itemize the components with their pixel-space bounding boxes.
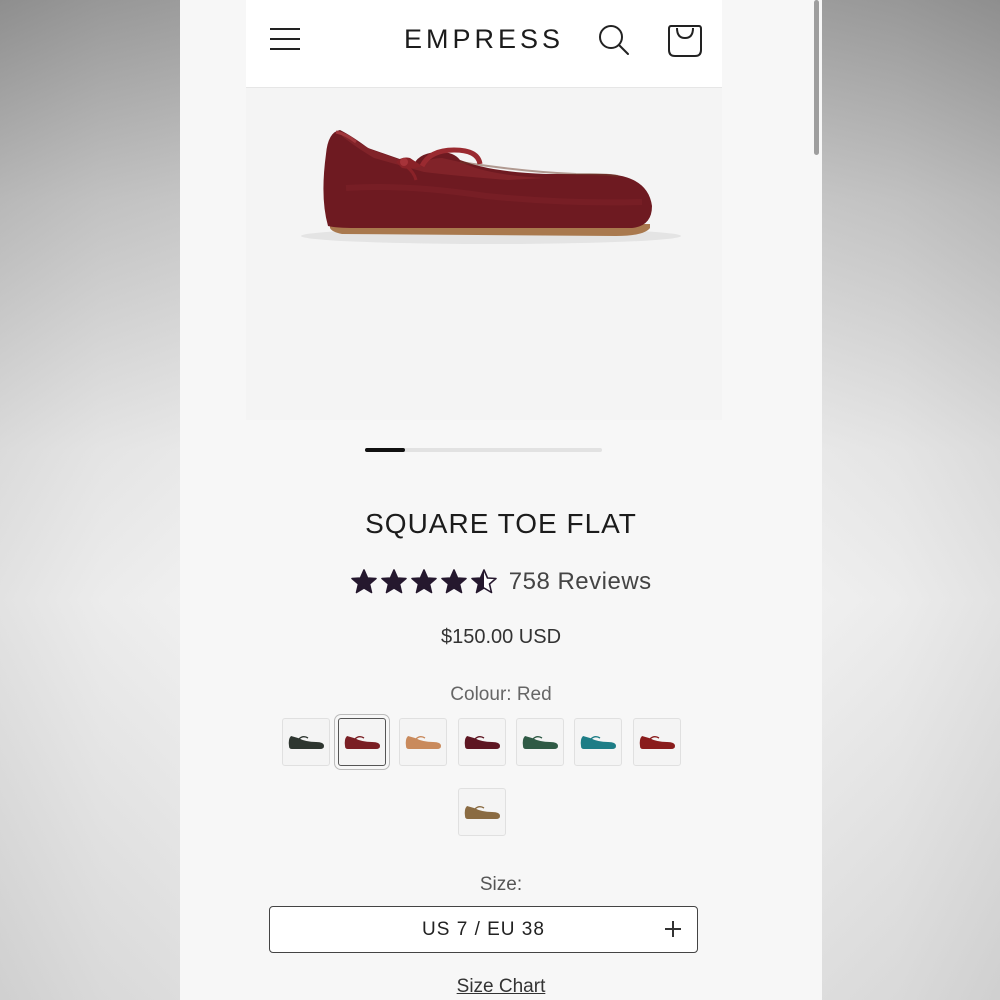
shoe-thumbnail-icon bbox=[639, 736, 675, 749]
colour-swatch-burgundy-patent[interactable] bbox=[458, 718, 506, 766]
product-title: SQUARE TOE FLAT bbox=[365, 508, 637, 539]
shoe-thumbnail-icon bbox=[464, 736, 500, 749]
size-selector[interactable]: US 7 / EU 38 bbox=[269, 906, 698, 953]
search-icon[interactable] bbox=[596, 22, 632, 58]
shoe-thumbnail-icon bbox=[464, 806, 500, 819]
product-image-gallery[interactable] bbox=[246, 88, 722, 420]
colour-label: Colour: Red bbox=[450, 684, 552, 705]
shoe-thumbnail-icon bbox=[522, 736, 558, 749]
colour-swatch-red-selected[interactable] bbox=[338, 718, 386, 766]
star-icon bbox=[441, 569, 468, 594]
shopping-bag-icon[interactable] bbox=[666, 20, 704, 60]
shoe-thumbnail-icon bbox=[580, 736, 616, 749]
rating-stars bbox=[350, 568, 498, 596]
colour-swatch-tan[interactable] bbox=[399, 718, 447, 766]
star-icon bbox=[471, 569, 498, 594]
background-left bbox=[0, 0, 180, 1000]
star-icon bbox=[411, 569, 438, 594]
size-chart-link[interactable]: Size Chart bbox=[457, 976, 546, 997]
size-chart: Size Chart bbox=[180, 976, 822, 998]
plus-icon bbox=[663, 919, 683, 939]
product-price: $150.00 USD bbox=[440, 626, 562, 648]
star-icon bbox=[351, 569, 378, 594]
colour-swatch-green[interactable] bbox=[516, 718, 564, 766]
background-right bbox=[822, 0, 1000, 1000]
gallery-progress-indicator bbox=[365, 448, 406, 452]
colour-swatch-red-patent[interactable] bbox=[633, 718, 681, 766]
colour-swatch-teal[interactable] bbox=[574, 718, 622, 766]
product-rating[interactable]: 758 Reviews bbox=[180, 568, 822, 596]
gallery-progress-track bbox=[365, 448, 602, 452]
shoe-thumbnail-icon bbox=[288, 736, 324, 749]
star-icon bbox=[381, 569, 408, 594]
shoe-thumbnail-icon bbox=[405, 736, 441, 749]
mobile-page: EMPRESS SQUARE TOE FLAT 758 Reviews $150… bbox=[180, 0, 822, 1000]
shoe-thumbnail-icon bbox=[344, 736, 380, 749]
reviews-link[interactable]: 758 Reviews bbox=[509, 568, 652, 596]
size-label: Size: bbox=[479, 874, 523, 895]
product-image bbox=[301, 130, 681, 244]
colour-swatch-leopard[interactable] bbox=[458, 788, 506, 836]
brand-logo[interactable]: EMPRESS bbox=[246, 24, 722, 55]
size-selected-value: US 7 / EU 38 bbox=[422, 919, 545, 940]
colour-swatch-black[interactable] bbox=[282, 718, 330, 766]
page-scrollbar[interactable] bbox=[814, 0, 819, 155]
site-header: EMPRESS bbox=[246, 0, 722, 88]
